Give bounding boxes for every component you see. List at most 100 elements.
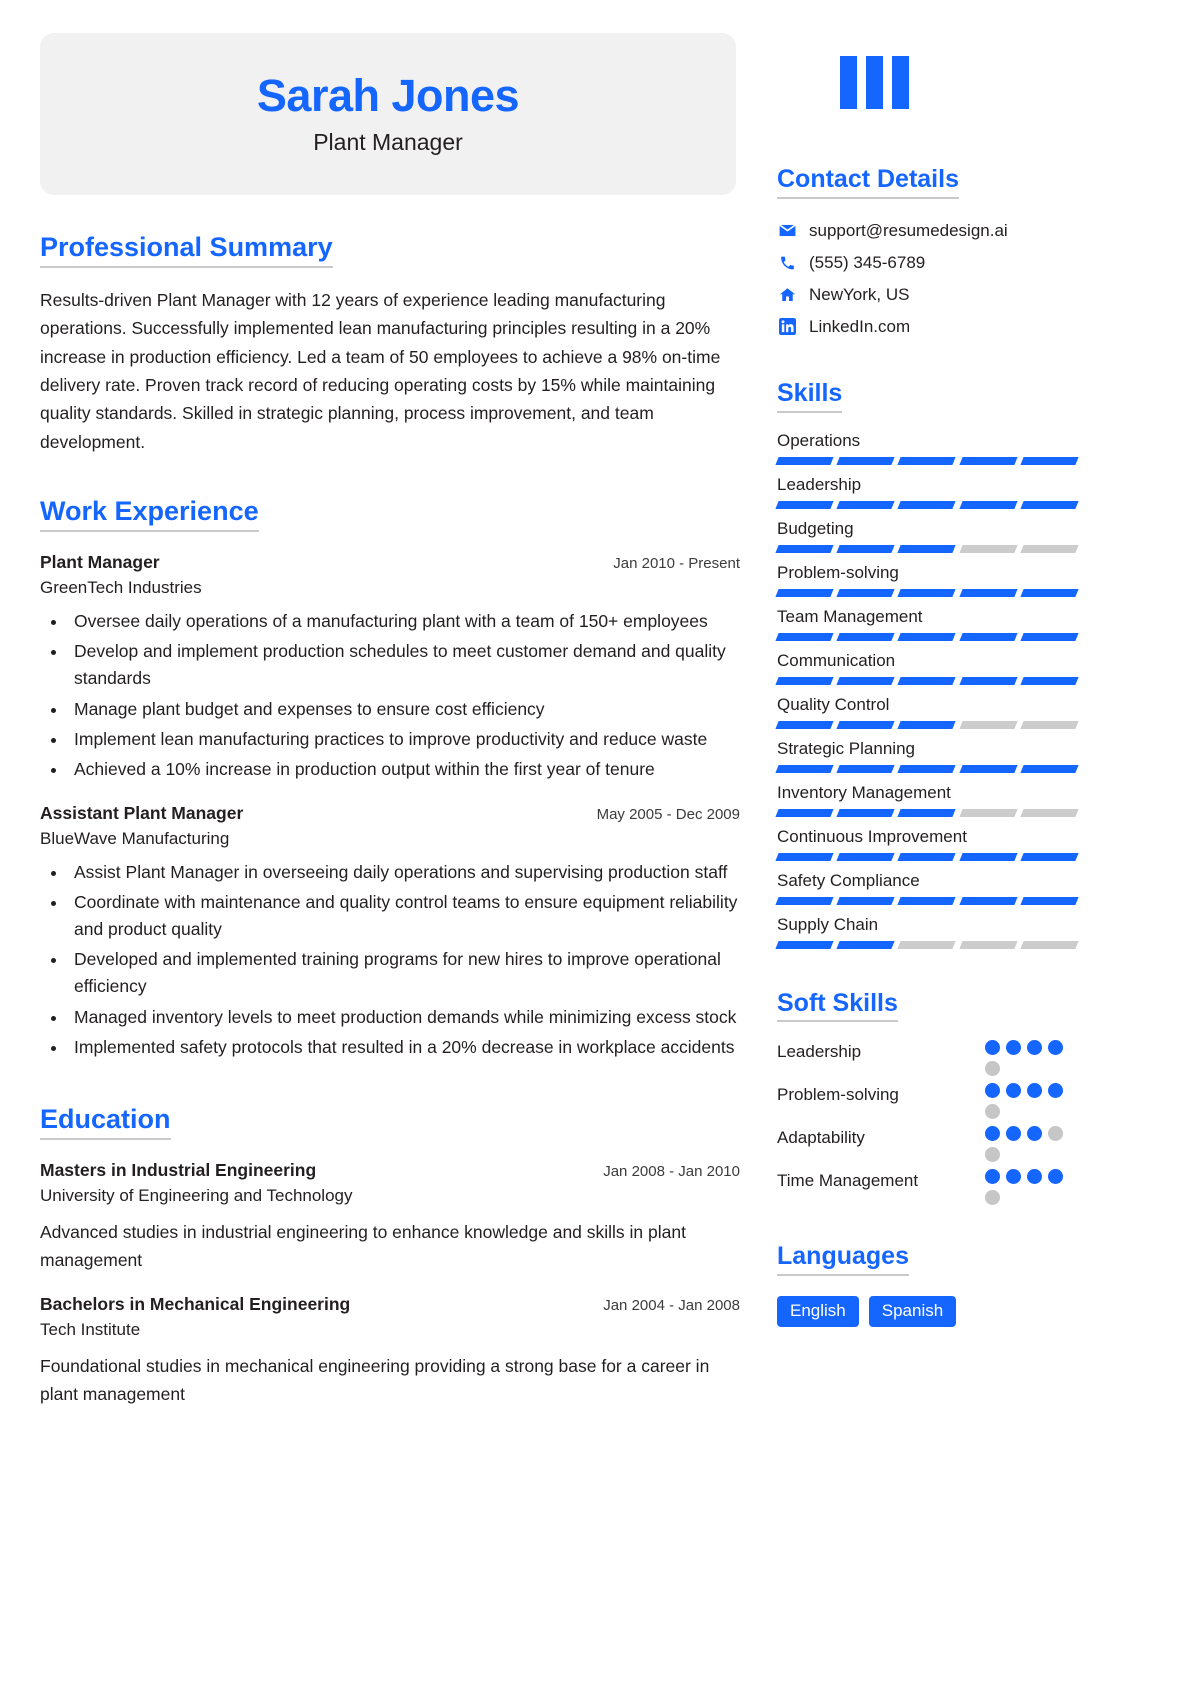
contact-value: LinkedIn.com: [809, 316, 911, 336]
skill-segment: [958, 720, 1018, 729]
skill-label: Problem-solving: [777, 562, 899, 582]
skill-segment: [775, 676, 834, 685]
home-icon: [777, 286, 797, 304]
skill-segment: [958, 544, 1018, 553]
skill-level-bar: [775, 720, 1079, 729]
skill-segment: [897, 588, 957, 597]
skill-segment: [775, 720, 834, 729]
skill-label: Quality Control: [777, 694, 890, 714]
work-bullet: Implement lean manufacturing practices t…: [68, 726, 740, 753]
soft-skill-dot: [1027, 1040, 1042, 1056]
skill-item: Budgeting: [775, 519, 1079, 553]
skill-segment: [897, 676, 957, 685]
education-date-range: Jan 2008 - Jan 2010: [603, 1162, 740, 1180]
soft-skill-dot: [1006, 1169, 1021, 1185]
soft-skill-dot: [985, 1040, 1000, 1056]
skill-level-bar: [775, 764, 1079, 773]
skill-label: Operations: [777, 430, 861, 450]
work-bullet: Managed inventory levels to meet product…: [68, 1004, 740, 1031]
soft-skill-dot: [985, 1169, 1000, 1185]
logo-bar-3: [892, 56, 909, 109]
skill-item: Leadership: [775, 474, 1079, 509]
header-banner: Sarah Jones Plant Manager: [40, 33, 736, 195]
contact-value: (555) 345-6789: [809, 252, 926, 272]
education-school: University of Engineering and Technology: [40, 1185, 353, 1205]
skill-label: Supply Chain: [777, 914, 879, 934]
soft-skill-item: Adaptability: [777, 1126, 1077, 1163]
skill-segment: [836, 940, 896, 949]
skill-label: Inventory Management: [777, 782, 951, 802]
skill-segment: [775, 940, 834, 949]
education-description: Advanced studies in industrial engineeri…: [40, 1221, 686, 1270]
contact-item[interactable]: (555) 345-6789: [777, 253, 1077, 273]
skills-heading: Skills: [777, 379, 843, 413]
skill-segment: [897, 456, 957, 465]
contact-item[interactable]: support@resumedesign.ai: [777, 221, 1077, 241]
skill-level-bar: [775, 852, 1079, 861]
soft-skill-dot: [985, 1061, 1000, 1077]
skill-item: Problem-solving: [775, 562, 1079, 597]
summary-heading: Professional Summary: [40, 232, 333, 269]
skill-label: Leadership: [777, 474, 862, 494]
skill-segment: [1020, 720, 1079, 729]
skill-item: Supply Chain: [775, 914, 1079, 949]
soft-skill-item: Problem-solving: [777, 1083, 1077, 1120]
skill-label: Strategic Planning: [777, 738, 915, 758]
education-heading: Education: [40, 1104, 171, 1140]
work-date-range: May 2005 - Dec 2009: [596, 805, 740, 823]
skill-label: Team Management: [777, 606, 923, 626]
skill-label: Communication: [777, 650, 896, 670]
skill-segment: [1020, 632, 1079, 641]
work-job-title: Assistant Plant Manager: [40, 802, 244, 823]
soft-skill-rating: [985, 1083, 1077, 1120]
summary-text: Results-driven Plant Manager with 12 yea…: [40, 290, 721, 452]
language-chip: Spanish: [868, 1296, 957, 1327]
skill-item: Strategic Planning: [775, 738, 1079, 773]
soft-skill-dot: [985, 1083, 1000, 1099]
contact-item[interactable]: NewYork, US: [777, 285, 1077, 305]
section-professional-summary: Professional Summary Results-driven Plan…: [40, 232, 740, 456]
skill-segment: [958, 676, 1018, 685]
skill-segment: [775, 632, 834, 641]
skill-segment: [897, 720, 957, 729]
work-bullet: Coordinate with maintenance and quality …: [68, 889, 740, 943]
skill-segment: [958, 764, 1018, 773]
section-education: Education Masters in Industrial Engineer…: [40, 1104, 740, 1408]
work-heading: Work Experience: [40, 496, 259, 533]
soft-skill-dot: [1027, 1126, 1042, 1142]
section-languages: Languages English Spanish: [777, 1242, 1077, 1327]
skill-level-bar: [775, 456, 1079, 465]
education-entry-header: Masters in Industrial Engineering Jan 20…: [40, 1160, 740, 1181]
logo-bar-1: [840, 56, 857, 109]
skill-segment: [958, 808, 1018, 817]
soft-skill-dot: [1006, 1040, 1021, 1056]
work-bullet: Develop and implement production schedul…: [68, 638, 740, 692]
skill-segment: [1020, 500, 1079, 509]
skill-level-bar: [775, 896, 1079, 905]
education-entry-list: Masters in Industrial Engineering Jan 20…: [40, 1160, 740, 1408]
education-description: Foundational studies in mechanical engin…: [40, 1355, 710, 1404]
skill-segment: [1020, 456, 1079, 465]
main-column: Professional Summary Results-driven Plan…: [40, 232, 740, 1408]
skill-segment: [775, 764, 834, 773]
skill-segment: [1020, 764, 1079, 773]
work-bullet: Achieved a 10% increase in production ou…: [68, 756, 740, 783]
soft-skill-dot: [1006, 1083, 1021, 1099]
skill-segment: [775, 852, 834, 861]
education-entry-header: Bachelors in Mechanical Engineering Jan …: [40, 1294, 740, 1315]
soft-skills-heading: Soft Skills: [777, 989, 898, 1023]
soft-skill-dot: [985, 1147, 1000, 1163]
education-entry: Masters in Industrial Engineering Jan 20…: [40, 1160, 740, 1274]
contact-item[interactable]: LinkedIn.com: [777, 317, 1077, 337]
skill-item: Operations: [775, 430, 1079, 465]
education-degree: Bachelors in Mechanical Engineering: [40, 1293, 351, 1314]
work-bullet: Developed and implemented training progr…: [68, 946, 740, 1000]
linkedin-icon: [777, 318, 797, 336]
soft-skill-item: Leadership: [777, 1040, 1077, 1077]
skill-segment: [1020, 588, 1079, 597]
soft-skill-dot: [1048, 1040, 1063, 1056]
skill-segment: [836, 720, 896, 729]
skill-segment: [897, 896, 957, 905]
